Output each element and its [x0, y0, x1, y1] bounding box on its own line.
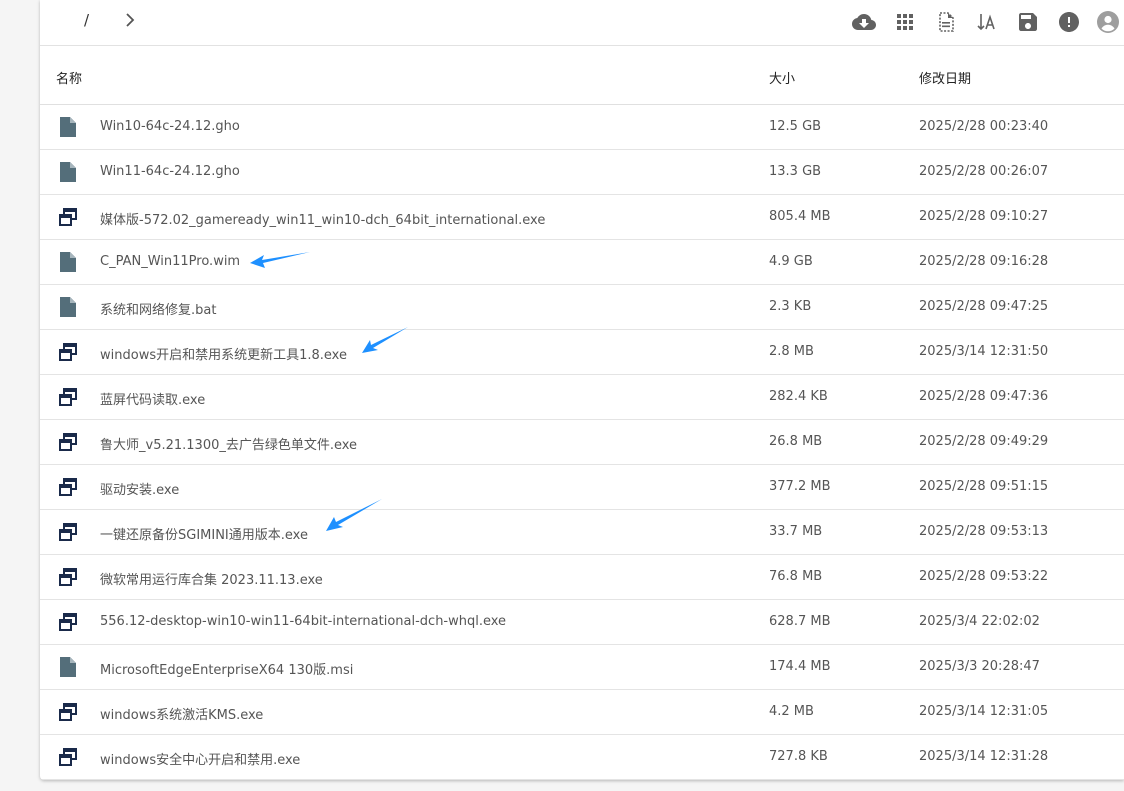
chevron-right-icon[interactable]: [122, 11, 138, 29]
file-name[interactable]: 微软常用运行库合集 2023.11.13.exe: [100, 569, 323, 588]
file-icon: [60, 252, 76, 272]
cloud-download-icon[interactable]: [852, 10, 876, 34]
file-modified-date: 2025/3/3 20:28:47: [919, 659, 1040, 674]
file-name[interactable]: Win10-64c-24.12.gho: [100, 119, 240, 134]
file-info-icon[interactable]: [934, 10, 958, 34]
file-name[interactable]: windows安全中心开启和禁用.exe: [100, 749, 300, 768]
file-modified-date: 2025/2/28 09:16:28: [919, 254, 1049, 269]
file-size: 12.5 GB: [769, 119, 822, 134]
file-size: 13.3 GB: [769, 164, 822, 179]
table-row[interactable]: 一键还原备份SGIMINI通用版本.exe 33.7 MB 2025/2/28 09…: [40, 510, 1124, 555]
file-modified-date: 2025/2/28 00:23:40: [919, 119, 1049, 134]
file-size: 805.4 MB: [769, 209, 831, 224]
file-modified-date: 2025/2/28 09:53:13: [919, 524, 1049, 539]
table-row[interactable]: 媒体版-572.02_gameready_win11_win10-dch_64b…: [40, 195, 1124, 240]
file-browser: / 名称 大小 修改日期 Win10-64c-24.12.gho 12.5 GB…: [40, 0, 1124, 780]
file-modified-date: 2025/3/14 12:31:50: [919, 344, 1049, 359]
file-icon: [60, 162, 76, 182]
file-size: 4.9 GB: [769, 254, 813, 269]
table-header: 名称 大小 修改日期: [40, 46, 1124, 105]
file-modified-date: 2025/2/28 09:47:25: [919, 299, 1049, 314]
file-size: 628.7 MB: [769, 614, 831, 629]
table-row[interactable]: windows系统激活KMS.exe 4.2 MB 2025/3/14 12:31:…: [40, 690, 1124, 735]
file-name[interactable]: Win11-64c-24.12.gho: [100, 164, 240, 179]
file-name[interactable]: 556.12-desktop-win10-win11-64bit-interna…: [100, 614, 506, 629]
file-modified-date: 2025/3/4 22:02:02: [919, 614, 1040, 629]
file-name[interactable]: 一键还原备份SGIMINI通用版本.exe: [100, 524, 308, 543]
file-modified-date: 2025/3/14 12:31:05: [919, 704, 1049, 719]
file-size: 2.8 MB: [769, 344, 814, 359]
file-name[interactable]: windows开启和禁用系统更新工具1.8.exe: [100, 344, 347, 363]
application-icon: [59, 433, 77, 451]
application-icon: [59, 523, 77, 541]
application-icon: [59, 703, 77, 721]
file-size: 4.2 MB: [769, 704, 814, 719]
toolbar: /: [40, 0, 1124, 46]
file-name[interactable]: C_PAN_Win11Pro.wim: [100, 254, 240, 269]
file-size: 76.8 MB: [769, 569, 823, 584]
file-name[interactable]: windows系统激活KMS.exe: [100, 704, 263, 723]
file-icon: [60, 657, 76, 677]
save-icon[interactable]: [1016, 10, 1040, 34]
grid-view-icon[interactable]: [893, 10, 917, 34]
file-modified-date: 2025/3/14 12:31:28: [919, 749, 1049, 764]
file-modified-date: 2025/2/28 09:53:22: [919, 569, 1049, 584]
file-name[interactable]: 系统和网络修复.bat: [100, 299, 216, 318]
file-size: 33.7 MB: [769, 524, 823, 539]
column-header-size[interactable]: 大小: [769, 68, 795, 87]
table-row[interactable]: 系统和网络修复.bat 2.3 KB 2025/2/28 09:47:25: [40, 285, 1124, 330]
file-icon: [60, 117, 76, 137]
table-row[interactable]: C_PAN_Win11Pro.wim 4.9 GB 2025/2/28 09:16:…: [40, 240, 1124, 285]
table-row[interactable]: 556.12-desktop-win10-win11-64bit-interna…: [40, 600, 1124, 645]
file-modified-date: 2025/2/28 09:10:27: [919, 209, 1049, 224]
table-row[interactable]: 蓝屏代码读取.exe 282.4 KB 2025/2/28 09:47:36: [40, 375, 1124, 420]
application-icon: [59, 478, 77, 496]
column-header-modified[interactable]: 修改日期: [919, 68, 971, 87]
application-icon: [59, 388, 77, 406]
column-header-name[interactable]: 名称: [56, 68, 82, 87]
file-name[interactable]: 鲁大师_v5.21.1300_去广告绿色单文件.exe: [100, 434, 357, 453]
file-size: 174.4 MB: [769, 659, 831, 674]
account-icon[interactable]: [1096, 10, 1120, 34]
application-icon: [59, 343, 77, 361]
file-size: 377.2 MB: [769, 479, 831, 494]
file-name[interactable]: 媒体版-572.02_gameready_win11_win10-dch_64b…: [100, 209, 545, 228]
application-icon: [59, 208, 77, 226]
info-alert-icon[interactable]: [1057, 10, 1081, 34]
file-icon: [60, 297, 76, 317]
file-name[interactable]: 驱动安装.exe: [100, 479, 179, 498]
table-row[interactable]: 鲁大师_v5.21.1300_去广告绿色单文件.exe 26.8 MB 2025/2…: [40, 420, 1124, 465]
file-size: 727.8 KB: [769, 749, 828, 764]
table-row[interactable]: windows开启和禁用系统更新工具1.8.exe 2.8 MB 2025/3/14…: [40, 330, 1124, 375]
table-row[interactable]: windows安全中心开启和禁用.exe 727.8 KB 2025/3/14 12…: [40, 735, 1124, 780]
file-modified-date: 2025/2/28 09:49:29: [919, 434, 1049, 449]
file-size: 26.8 MB: [769, 434, 823, 449]
file-name[interactable]: 蓝屏代码读取.exe: [100, 389, 205, 408]
table-row[interactable]: 微软常用运行库合集 2023.11.13.exe 76.8 MB 2025/2/28…: [40, 555, 1124, 600]
breadcrumb-root[interactable]: /: [84, 11, 89, 29]
file-modified-date: 2025/2/28 00:26:07: [919, 164, 1049, 179]
file-size: 2.3 KB: [769, 299, 812, 314]
application-icon: [59, 613, 77, 631]
file-size: 282.4 KB: [769, 389, 828, 404]
table-row[interactable]: Win11-64c-24.12.gho 13.3 GB 2025/2/28 00:2…: [40, 150, 1124, 195]
table-row[interactable]: MicrosoftEdgeEnterpriseX64 130版.msi 174.4…: [40, 645, 1124, 690]
file-modified-date: 2025/2/28 09:47:36: [919, 389, 1049, 404]
file-name[interactable]: MicrosoftEdgeEnterpriseX64 130版.msi: [100, 659, 353, 678]
file-modified-date: 2025/2/28 09:51:15: [919, 479, 1049, 494]
table-row[interactable]: 驱动安装.exe 377.2 MB 2025/2/28 09:51:15: [40, 465, 1124, 510]
sort-by-name-icon[interactable]: [975, 10, 999, 34]
application-icon: [59, 568, 77, 586]
table-row[interactable]: Win10-64c-24.12.gho 12.5 GB 2025/2/28 00:2…: [40, 105, 1124, 150]
application-icon: [59, 748, 77, 766]
